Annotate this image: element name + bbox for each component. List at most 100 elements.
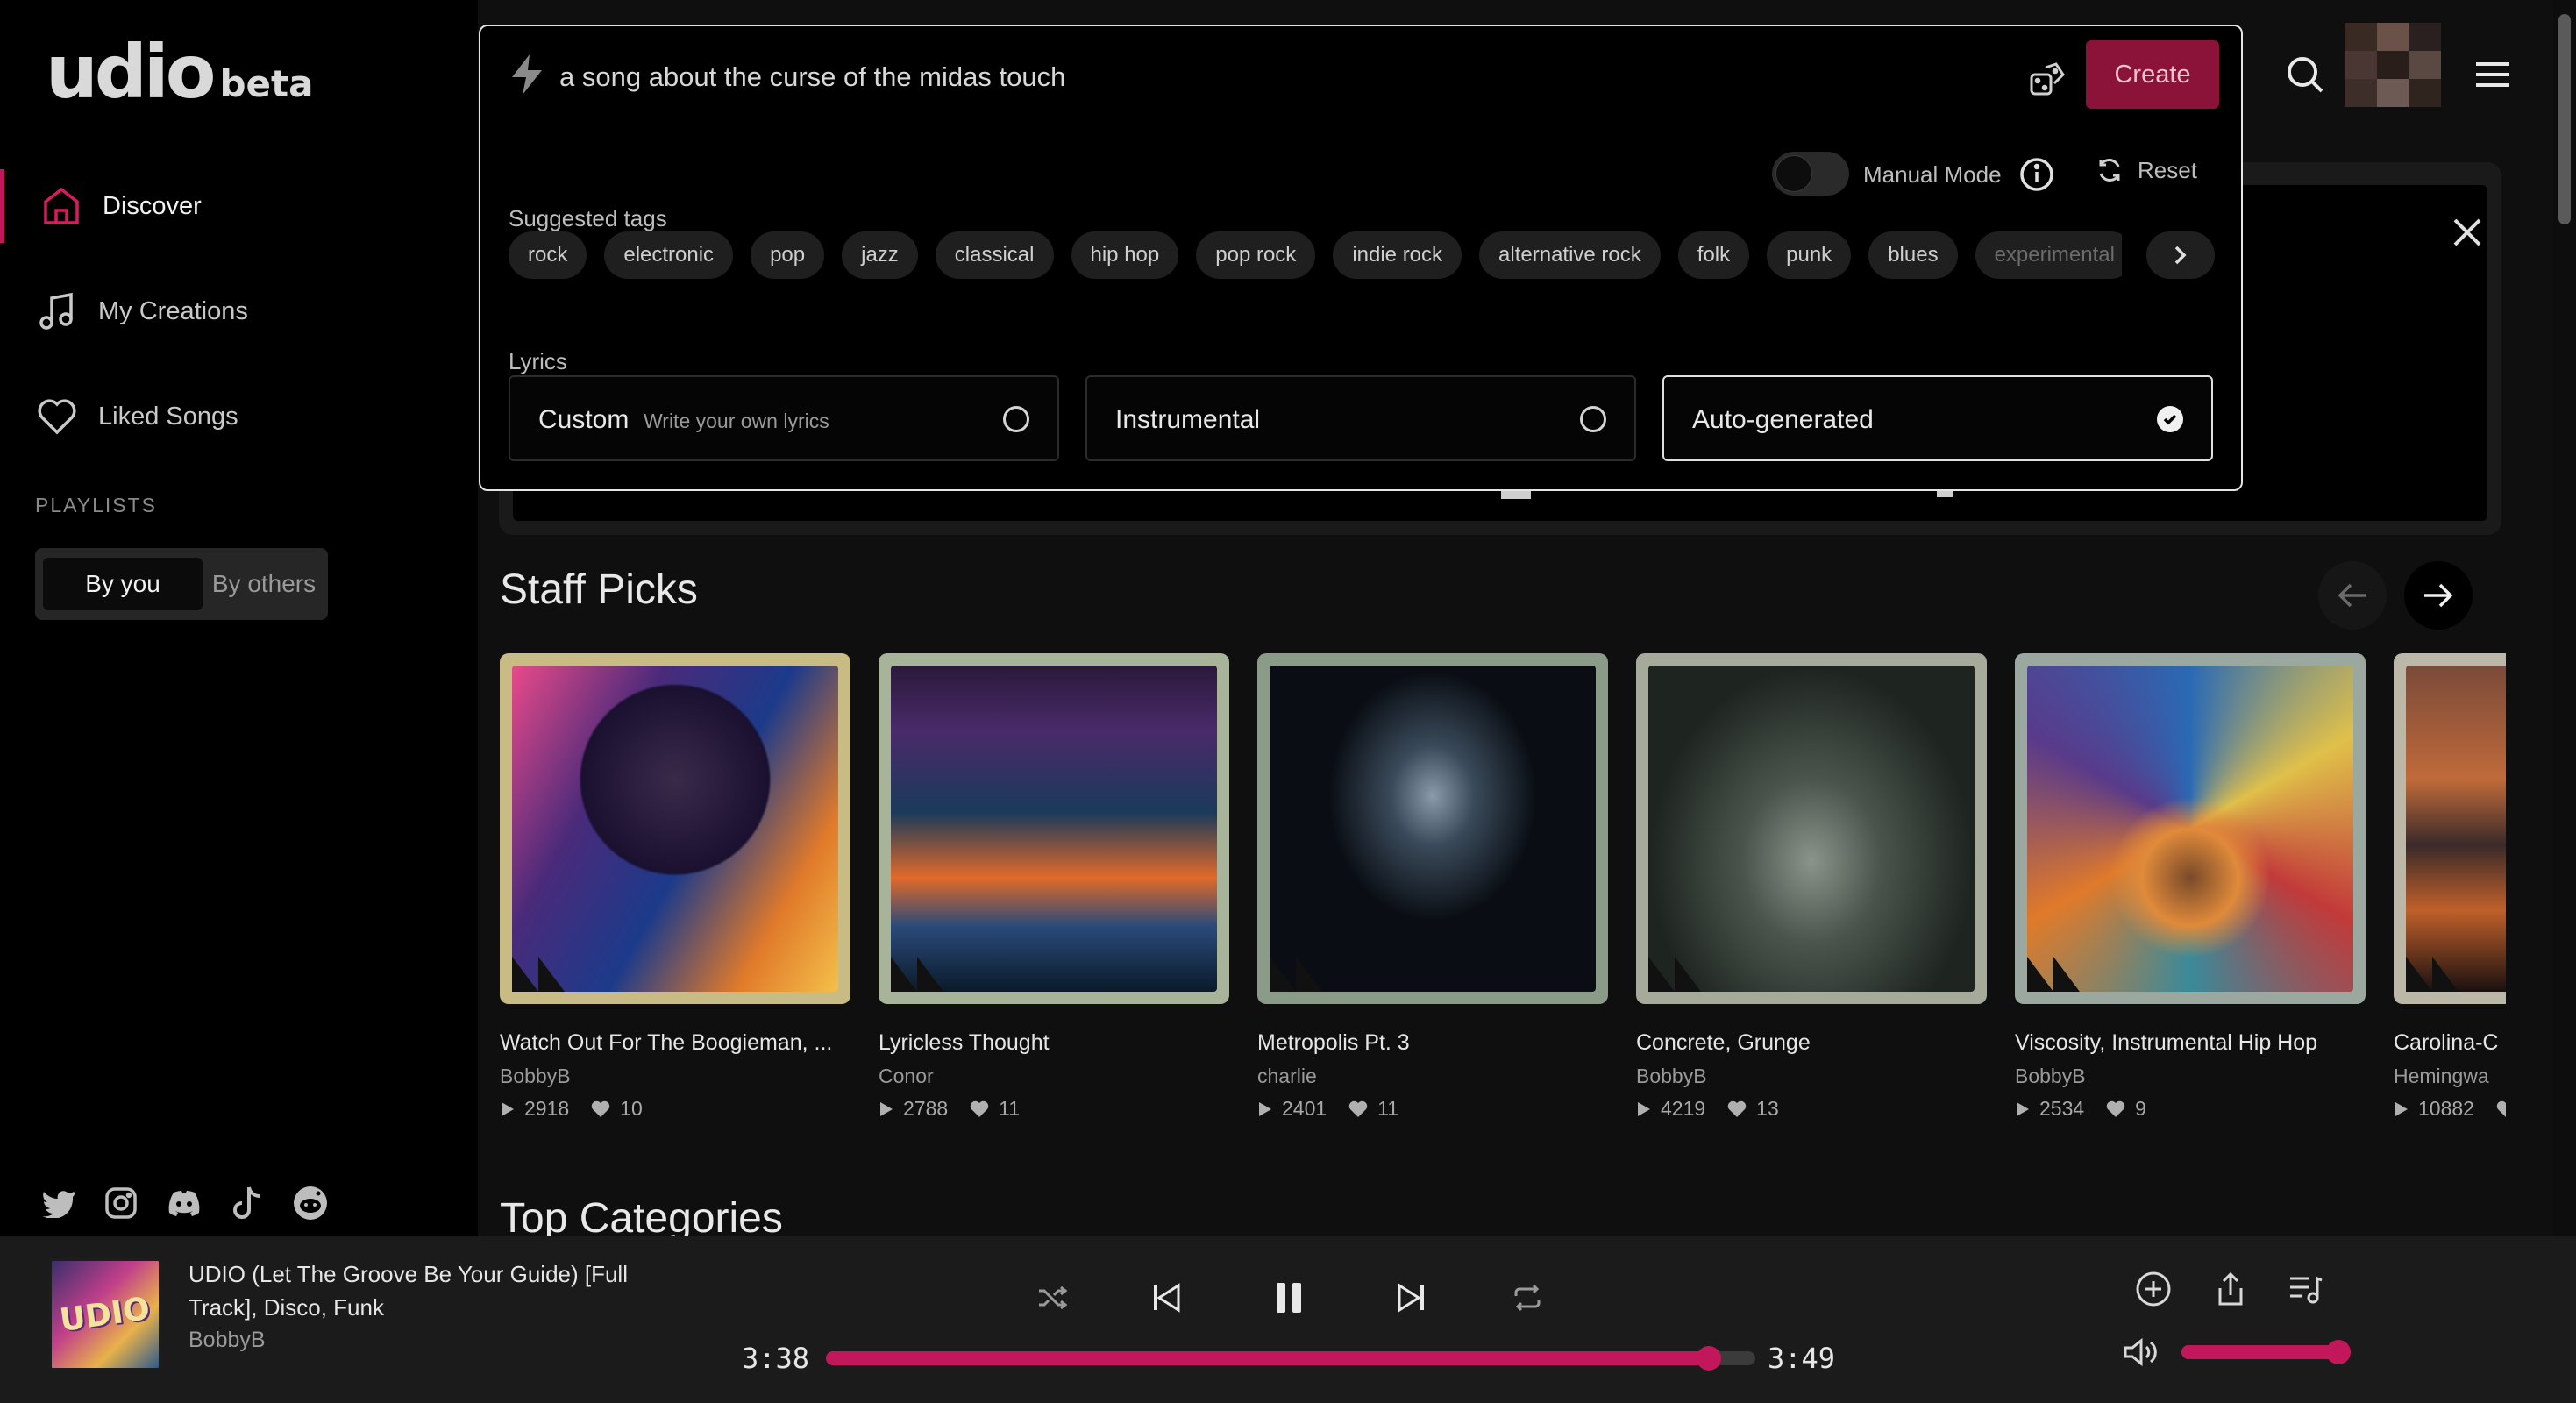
dice-icon: [2030, 62, 2065, 96]
now-playing-title[interactable]: UDIO (Let The Groove Be Your Guide) [Ful…: [189, 1257, 680, 1324]
page-scrollbar[interactable]: [2553, 0, 2576, 1236]
discord-icon[interactable]: [167, 1186, 202, 1221]
like-count-icon: [1727, 1100, 1747, 1117]
tag-chip[interactable]: experimental: [1975, 231, 2122, 279]
radio-button[interactable]: [1580, 406, 1606, 432]
song-title[interactable]: Carolina-C: [2394, 1030, 2506, 1056]
scrollbar-thumb[interactable]: [2558, 14, 2571, 224]
tag-chip[interactable]: blues: [1868, 231, 1958, 279]
play-count: 2401: [1282, 1097, 1327, 1120]
song-title[interactable]: Viscosity, Instrumental Hip Hop: [2015, 1030, 2366, 1056]
now-playing-artist[interactable]: BobbyB: [189, 1328, 266, 1353]
lyrics-option-instrumental[interactable]: Instrumental: [1085, 375, 1636, 461]
volume-button[interactable]: [2115, 1326, 2167, 1378]
song-prompt-input[interactable]: [559, 58, 2050, 96]
tag-chip[interactable]: indie rock: [1333, 231, 1462, 279]
song-artist[interactable]: Hemingwa: [2394, 1065, 2506, 1088]
twitter-icon[interactable]: [40, 1186, 75, 1221]
reset-button[interactable]: Reset: [2096, 156, 2197, 184]
tag-chip[interactable]: electronic: [604, 231, 734, 279]
shuffle-button[interactable]: [1026, 1271, 1078, 1324]
repeat-button[interactable]: [1501, 1271, 1554, 1324]
share-button[interactable]: [2204, 1263, 2257, 1315]
option-subtitle: Write your own lyrics: [644, 410, 829, 432]
heart-icon: [35, 395, 79, 438]
song-title[interactable]: Concrete, Grunge: [1636, 1030, 1987, 1056]
sidebar-item-my-creations[interactable]: My Creations: [0, 274, 478, 348]
radio-button[interactable]: [1003, 406, 1029, 432]
sidebar-item-liked-songs[interactable]: Liked Songs: [0, 380, 478, 453]
tag-chip[interactable]: alternative rock: [1479, 231, 1661, 279]
tag-chip[interactable]: punk: [1767, 231, 1852, 279]
tag-chip[interactable]: jazz: [842, 231, 918, 279]
song-cover[interactable]: [2015, 653, 2366, 1004]
next-button[interactable]: [1385, 1271, 1438, 1324]
song-artist[interactable]: Conor: [879, 1065, 1229, 1088]
suggested-tags-list: rock electronic pop jazz classical hip h…: [509, 231, 2122, 281]
song-cover[interactable]: [1257, 653, 1608, 1004]
queue-button[interactable]: [2280, 1263, 2332, 1315]
song-artist[interactable]: BobbyB: [500, 1065, 850, 1088]
add-to-playlist-button[interactable]: [2127, 1263, 2180, 1315]
tiktok-icon[interactable]: [230, 1186, 265, 1221]
search-icon: [2288, 57, 2323, 93]
song-card: Watch Out For The Boogieman, ... BobbyB …: [500, 653, 850, 1121]
info-icon[interactable]: [2018, 156, 2055, 193]
progress-handle[interactable]: [1697, 1346, 1721, 1371]
tag-chip[interactable]: classical: [935, 231, 1054, 279]
udio-logo[interactable]: udio beta: [46, 35, 313, 109]
search-button[interactable]: [2283, 53, 2327, 96]
carousel-prev-button[interactable]: [2318, 561, 2387, 630]
song-title[interactable]: Metropolis Pt. 3: [1257, 1030, 1608, 1056]
staff-picks-title: Staff Picks: [500, 566, 698, 613]
playlists-heading: PLAYLISTS: [35, 494, 158, 516]
song-title[interactable]: Lyricless Thought: [879, 1030, 1229, 1056]
tag-chip[interactable]: pop: [751, 231, 825, 279]
volume-slider[interactable]: [2181, 1340, 2351, 1364]
volume-handle[interactable]: [2326, 1340, 2351, 1364]
now-playing-cover[interactable]: UDIO: [49, 1258, 161, 1371]
song-artist[interactable]: BobbyB: [1636, 1065, 1987, 1088]
lyrics-option-auto-generated[interactable]: Auto-generated: [1662, 375, 2213, 461]
song-cover[interactable]: [500, 653, 850, 1004]
carousel-next-button[interactable]: [2404, 561, 2473, 630]
pause-button[interactable]: [1263, 1271, 1315, 1324]
tag-chip[interactable]: pop rock: [1196, 231, 1316, 279]
tab-by-others[interactable]: By others: [207, 558, 321, 610]
close-banner-button[interactable]: [2445, 210, 2489, 254]
song-stats: 10882: [2394, 1097, 2506, 1121]
reddit-icon[interactable]: [293, 1186, 328, 1221]
like-count: 10: [620, 1097, 643, 1120]
top-categories-title: Top Categories: [500, 1195, 783, 1242]
chevron-right-icon: [2174, 246, 2187, 265]
song-artist[interactable]: charlie: [1257, 1065, 1608, 1088]
lyrics-option-custom[interactable]: Custom Write your own lyrics: [509, 375, 1059, 461]
play-count: 2534: [2039, 1097, 2085, 1120]
play-count-icon: [2395, 1101, 2408, 1116]
instagram-icon[interactable]: [103, 1186, 139, 1221]
tag-chip[interactable]: hip hop: [1071, 231, 1179, 279]
song-card: Viscosity, Instrumental Hip Hop BobbyB 2…: [2015, 653, 2366, 1121]
play-count-icon: [502, 1101, 514, 1116]
song-cover[interactable]: [879, 653, 1229, 1004]
like-count: 11: [1377, 1097, 1399, 1120]
tab-by-you[interactable]: By you: [43, 558, 203, 610]
song-artist[interactable]: BobbyB: [2015, 1065, 2366, 1088]
manual-mode-toggle[interactable]: [1772, 152, 1849, 196]
tags-scroll-next-button[interactable]: [2146, 231, 2215, 279]
menu-button[interactable]: [2471, 54, 2515, 95]
previous-button[interactable]: [1140, 1271, 1192, 1324]
song-cover[interactable]: [2394, 653, 2506, 1004]
sidebar-item-discover[interactable]: Discover: [0, 169, 478, 243]
volume-icon: [2124, 1337, 2157, 1367]
tag-chip[interactable]: folk: [1677, 231, 1750, 279]
song-cover[interactable]: [1636, 653, 1987, 1004]
radio-button-checked[interactable]: [2157, 406, 2183, 432]
random-prompt-button[interactable]: [2025, 58, 2069, 102]
pause-icon: [1277, 1283, 1301, 1313]
create-button[interactable]: Create: [2086, 40, 2219, 109]
progress-slider[interactable]: [826, 1346, 1755, 1371]
avatar[interactable]: [2345, 23, 2441, 107]
song-title[interactable]: Watch Out For The Boogieman, ...: [500, 1030, 850, 1056]
tag-chip[interactable]: rock: [509, 231, 587, 279]
